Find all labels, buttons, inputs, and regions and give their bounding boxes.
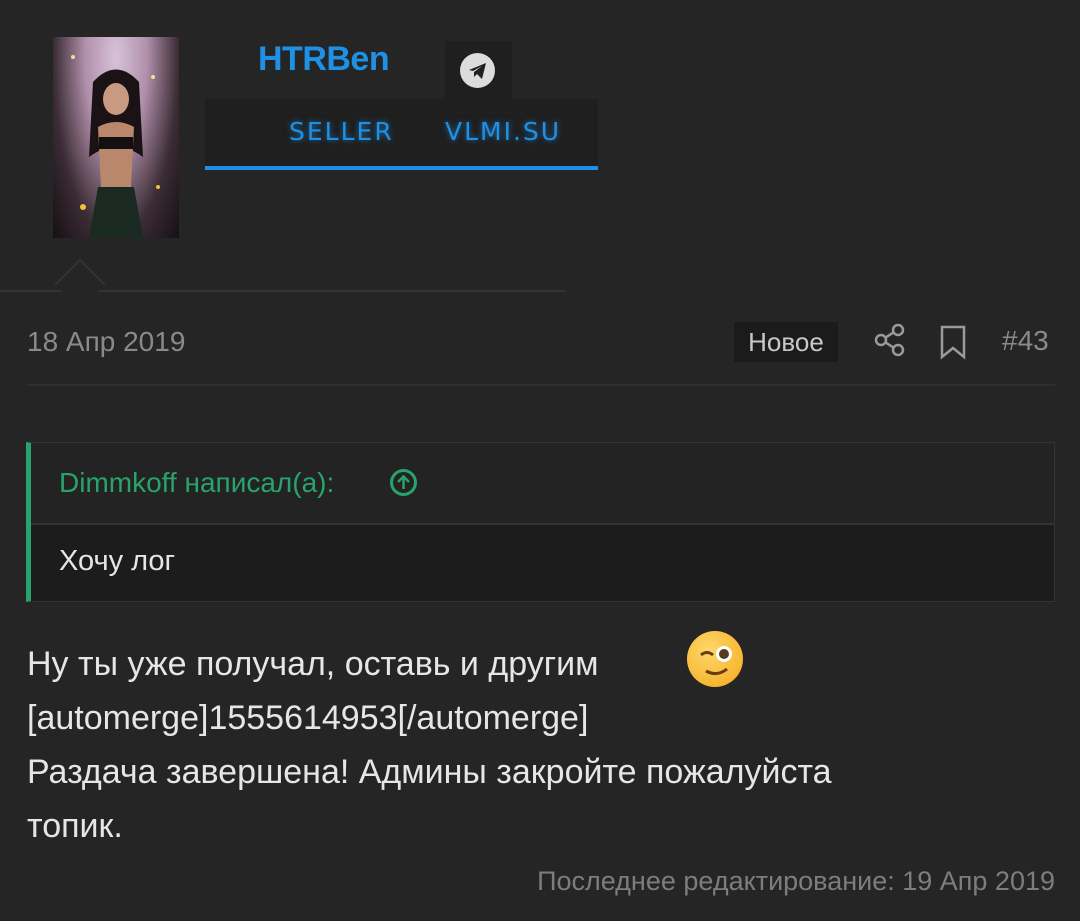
quote-author[interactable]: Dimmkoff написал(а): <box>59 467 334 499</box>
message-line: Раздача завершена! Админы закройте пожал… <box>27 753 832 791</box>
user-panel-pointer <box>54 258 106 310</box>
quote-block: Dimmkoff написал(а): Хочу лог <box>26 442 1055 602</box>
message-line: Ну ты уже получал, оставь и другим <box>27 645 599 683</box>
message-line: [automerge]1555614953[/automerge] <box>27 699 589 737</box>
username[interactable]: HTRBen <box>258 40 390 79</box>
quote-header[interactable]: Dimmkoff написал(а): <box>31 443 1054 525</box>
arrow-up-circle-icon[interactable] <box>390 469 417 496</box>
user-avatar[interactable] <box>53 37 179 238</box>
telegram-button[interactable] <box>445 41 512 99</box>
last-edited: Последнее редактирование: 19 Апр 2019 <box>537 866 1055 896</box>
message-line: топик. <box>27 807 123 845</box>
banner-seller: SELLER <box>289 117 394 146</box>
new-badge: Новое <box>734 322 838 362</box>
bookmark-icon[interactable] <box>938 324 968 365</box>
banner-site: VLMI.SU <box>445 117 562 146</box>
telegram-icon <box>460 53 495 88</box>
post-number[interactable]: #43 <box>1002 325 1049 357</box>
post-header-divider <box>27 384 1055 386</box>
quote-text: Хочу лог <box>59 545 176 577</box>
user-banner: SELLER VLMI.SU <box>205 99 598 170</box>
wink-emoji-icon <box>687 631 743 687</box>
avatar-figure <box>71 55 160 238</box>
share-icon[interactable] <box>872 322 908 363</box>
post-date[interactable]: 18 Апр 2019 <box>27 326 185 358</box>
